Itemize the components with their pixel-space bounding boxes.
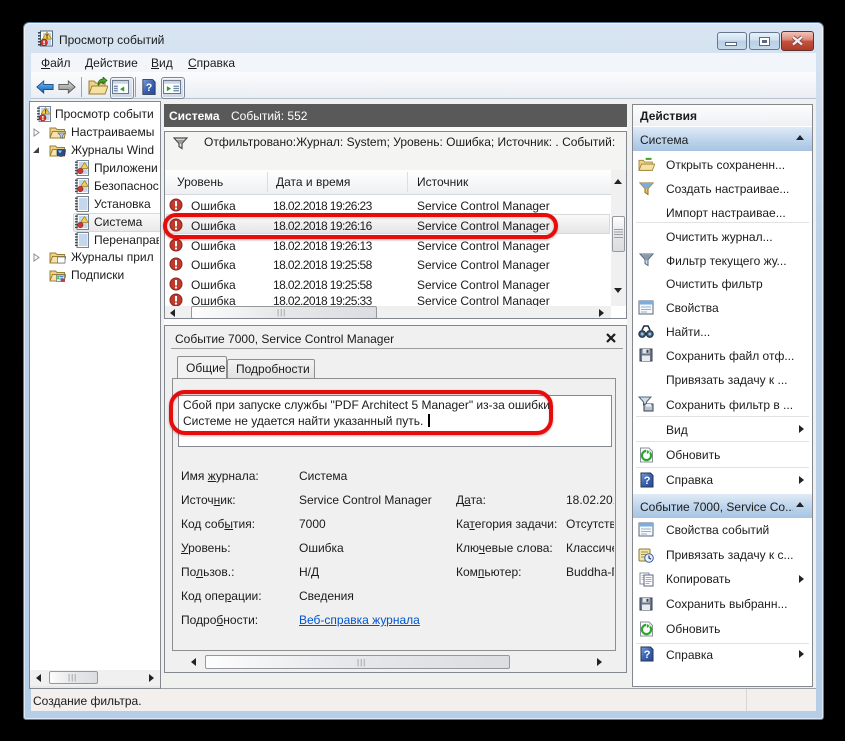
svg-text:?: ?: [644, 649, 651, 661]
svg-text:?: ?: [146, 82, 153, 94]
svg-text:?: ?: [644, 475, 651, 487]
